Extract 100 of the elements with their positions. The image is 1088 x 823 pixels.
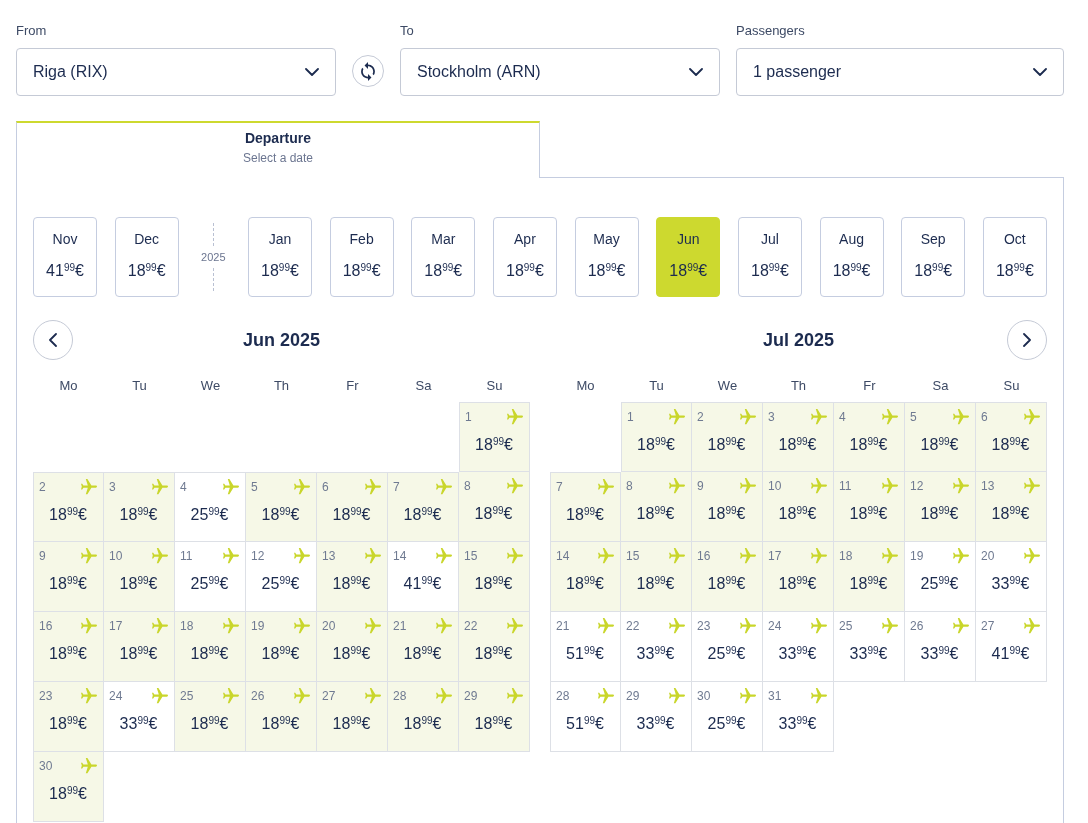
date-cell[interactable]: 29 18$^{99}$€ [459, 682, 530, 752]
date-cell[interactable]: 5 18$^{99}$€ [246, 472, 317, 542]
fare-price: 18$^{99}$€ [474, 574, 513, 594]
tab[interactable]: Departure Select a date [16, 121, 540, 178]
date-cell[interactable]: 25 33$^{99}$€ [834, 612, 905, 682]
date-cell[interactable]: 15 18$^{99}$€ [459, 542, 530, 612]
next-month-button[interactable] [1007, 320, 1047, 360]
dropdown-field[interactable]: Riga (RIX) [16, 48, 336, 96]
date-cell[interactable]: 9 18$^{99}$€ [33, 542, 104, 612]
month-card[interactable]: Jul 18$^{99}$€ [737, 217, 802, 297]
month-card[interactable]: Jun 18$^{99}$€ [656, 217, 721, 297]
date-cell[interactable]: 31 33$^{99}$€ [763, 682, 834, 752]
day-number: 16 [697, 548, 711, 564]
date-cell[interactable]: 26 33$^{99}$€ [905, 612, 976, 682]
date-cell[interactable]: 14 18$^{99}$€ [550, 542, 621, 612]
date-cell[interactable]: 13 18$^{99}$€ [976, 472, 1047, 542]
date-cell[interactable]: 24 33$^{99}$€ [104, 682, 175, 752]
date-cell[interactable]: 6 18$^{99}$€ [317, 472, 388, 542]
date-cell[interactable]: 30 18$^{99}$€ [33, 752, 104, 822]
date-cell[interactable]: 17 18$^{99}$€ [763, 542, 834, 612]
date-cell[interactable]: 20 18$^{99}$€ [317, 612, 388, 682]
date-cell[interactable]: 23 25$^{99}$€ [692, 612, 763, 682]
day-number: 19 [251, 618, 265, 634]
date-cell[interactable]: 21 51$^{99}$€ [550, 612, 621, 682]
dropdown-field[interactable]: 1 passenger [736, 48, 1064, 96]
date-cell[interactable]: 3 18$^{99}$€ [104, 472, 175, 542]
date-cell[interactable]: 30 25$^{99}$€ [692, 682, 763, 752]
date-cell[interactable]: 23 18$^{99}$€ [33, 682, 104, 752]
fare-price: 18$^{99}$€ [474, 644, 513, 664]
chevron-down-icon [689, 68, 703, 76]
fare-price: 33$^{99}$€ [636, 644, 675, 664]
day-number: 2 [697, 409, 704, 425]
date-cell[interactable]: 7 18$^{99}$€ [388, 472, 459, 542]
date-cell[interactable]: 16 18$^{99}$€ [692, 542, 763, 612]
date-cell[interactable]: 4 25$^{99}$€ [175, 472, 246, 542]
date-cell[interactable]: 9 18$^{99}$€ [692, 472, 763, 542]
month-card[interactable]: Apr 18$^{99}$€ [492, 217, 557, 297]
date-cell[interactable]: 11 25$^{99}$€ [175, 542, 246, 612]
date-cell[interactable]: 15 18$^{99}$€ [621, 542, 692, 612]
date-cell[interactable]: 14 41$^{99}$€ [388, 542, 459, 612]
date-cell[interactable]: 22 18$^{99}$€ [459, 612, 530, 682]
month-card[interactable]: Aug 18$^{99}$€ [819, 217, 884, 297]
day-number: 1 [465, 409, 472, 425]
date-cell[interactable]: 18 18$^{99}$€ [175, 612, 246, 682]
date-cell[interactable]: 13 18$^{99}$€ [317, 542, 388, 612]
plane-icon [507, 409, 523, 425]
date-cell[interactable]: 8 18$^{99}$€ [621, 472, 692, 542]
day-number: 17 [109, 618, 123, 634]
date-cell[interactable]: 19 25$^{99}$€ [905, 542, 976, 612]
date-cell[interactable]: 18 18$^{99}$€ [834, 542, 905, 612]
date-cell[interactable]: 5 18$^{99}$€ [905, 402, 976, 472]
date-cell[interactable]: 28 18$^{99}$€ [388, 682, 459, 752]
day-number: 11 [839, 478, 852, 494]
date-cell[interactable]: 27 18$^{99}$€ [317, 682, 388, 752]
date-cell[interactable]: 2 18$^{99}$€ [33, 472, 104, 542]
date-cell[interactable]: 27 41$^{99}$€ [976, 612, 1047, 682]
date-cell[interactable]: 12 25$^{99}$€ [246, 542, 317, 612]
month-card[interactable]: Mar 18$^{99}$€ [411, 217, 476, 297]
date-cell[interactable]: 10 18$^{99}$€ [104, 542, 175, 612]
date-cell[interactable]: 4 18$^{99}$€ [834, 402, 905, 472]
date-cell[interactable]: 2 18$^{99}$€ [692, 402, 763, 472]
month-card[interactable]: Nov 41$^{99}$€ [33, 217, 97, 297]
weekday-label: Th [273, 377, 290, 396]
date-cell[interactable]: 17 18$^{99}$€ [104, 612, 175, 682]
date-cell[interactable]: 10 18$^{99}$€ [763, 472, 834, 542]
swap-button[interactable] [352, 55, 384, 87]
date-cell[interactable]: 1 18$^{99}$€ [621, 402, 692, 472]
plane-icon [669, 548, 685, 564]
date-cell[interactable]: 25 18$^{99}$€ [175, 682, 246, 752]
date-cell[interactable]: 24 33$^{99}$€ [763, 612, 834, 682]
month-card[interactable]: Sep 18$^{99}$€ [901, 217, 966, 297]
date-cell[interactable]: 11 18$^{99}$€ [834, 472, 905, 542]
date-cell[interactable]: 3 18$^{99}$€ [763, 402, 834, 472]
date-cell[interactable]: 7 18$^{99}$€ [550, 472, 621, 542]
fare-price: 18$^{99}$€ [475, 435, 513, 455]
date-cell[interactable]: 12 18$^{99}$€ [905, 472, 976, 542]
plane-icon [953, 618, 969, 634]
date-cell[interactable]: 6 18$^{99}$€ [976, 402, 1047, 472]
month-card[interactable]: Feb 18$^{99}$€ [329, 217, 394, 297]
date-cell[interactable]: 22 33$^{99}$€ [621, 612, 692, 682]
month-card[interactable]: Dec 18$^{99}$€ [114, 217, 179, 297]
date-cell[interactable]: 21 18$^{99}$€ [388, 612, 459, 682]
previous-month-button[interactable] [33, 320, 73, 360]
fare-price: 18$^{99}$€ [119, 574, 158, 594]
date-cell[interactable]: 1 18$^{99}$€ [459, 402, 530, 472]
date-cell[interactable]: 8 18$^{99}$€ [459, 472, 530, 542]
date-cell[interactable]: 19 18$^{99}$€ [246, 612, 317, 682]
month-card[interactable]: Jan 18$^{99}$€ [247, 217, 312, 297]
date-cell[interactable]: 28 51$^{99}$€ [550, 682, 621, 752]
day-number: 22 [464, 618, 478, 634]
dropdown-field[interactable]: Stockholm (ARN) [400, 48, 720, 96]
month-card[interactable]: Oct 18$^{99}$€ [982, 217, 1047, 297]
date-cell[interactable]: 26 18$^{99}$€ [246, 682, 317, 752]
date-cell[interactable]: 20 33$^{99}$€ [976, 542, 1047, 612]
date-cell[interactable]: 16 18$^{99}$€ [33, 612, 104, 682]
date-cell[interactable]: 29 33$^{99}$€ [621, 682, 692, 752]
plane-icon [152, 618, 168, 634]
plane-icon [507, 548, 523, 564]
plane-icon [1024, 409, 1040, 425]
month-card[interactable]: May 18$^{99}$€ [574, 217, 639, 297]
